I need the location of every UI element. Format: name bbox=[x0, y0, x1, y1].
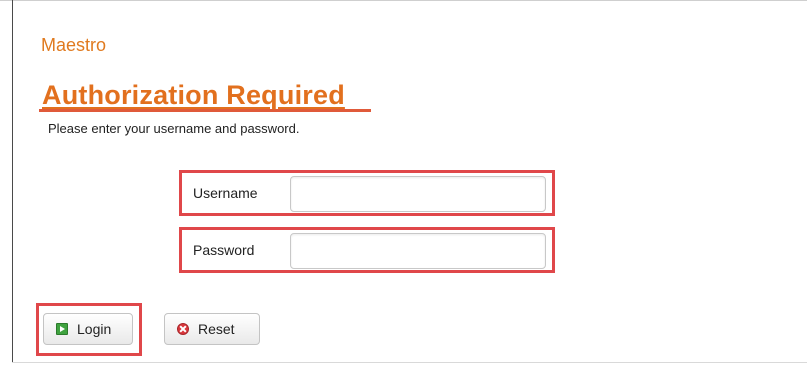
page-title: Authorization Required bbox=[42, 80, 345, 110]
username-row: Username bbox=[179, 170, 555, 216]
top-border bbox=[0, 0, 807, 1]
close-icon bbox=[177, 323, 189, 335]
password-label: Password bbox=[193, 242, 255, 258]
password-input[interactable] bbox=[290, 233, 546, 269]
play-icon bbox=[56, 323, 68, 335]
instructions-text: Please enter your username and password. bbox=[48, 121, 300, 136]
login-page: Maestro Authorization Required Please en… bbox=[0, 0, 807, 379]
login-button-label: Login bbox=[77, 321, 112, 337]
left-border bbox=[12, 0, 13, 362]
reset-button-label: Reset bbox=[198, 321, 235, 337]
username-label: Username bbox=[193, 185, 258, 201]
password-row: Password bbox=[179, 227, 555, 273]
brand-name: Maestro bbox=[41, 35, 107, 55]
username-input[interactable] bbox=[290, 176, 546, 212]
footer-divider bbox=[12, 362, 807, 363]
login-button[interactable]: Login bbox=[43, 313, 133, 345]
reset-button[interactable]: Reset bbox=[164, 313, 260, 345]
